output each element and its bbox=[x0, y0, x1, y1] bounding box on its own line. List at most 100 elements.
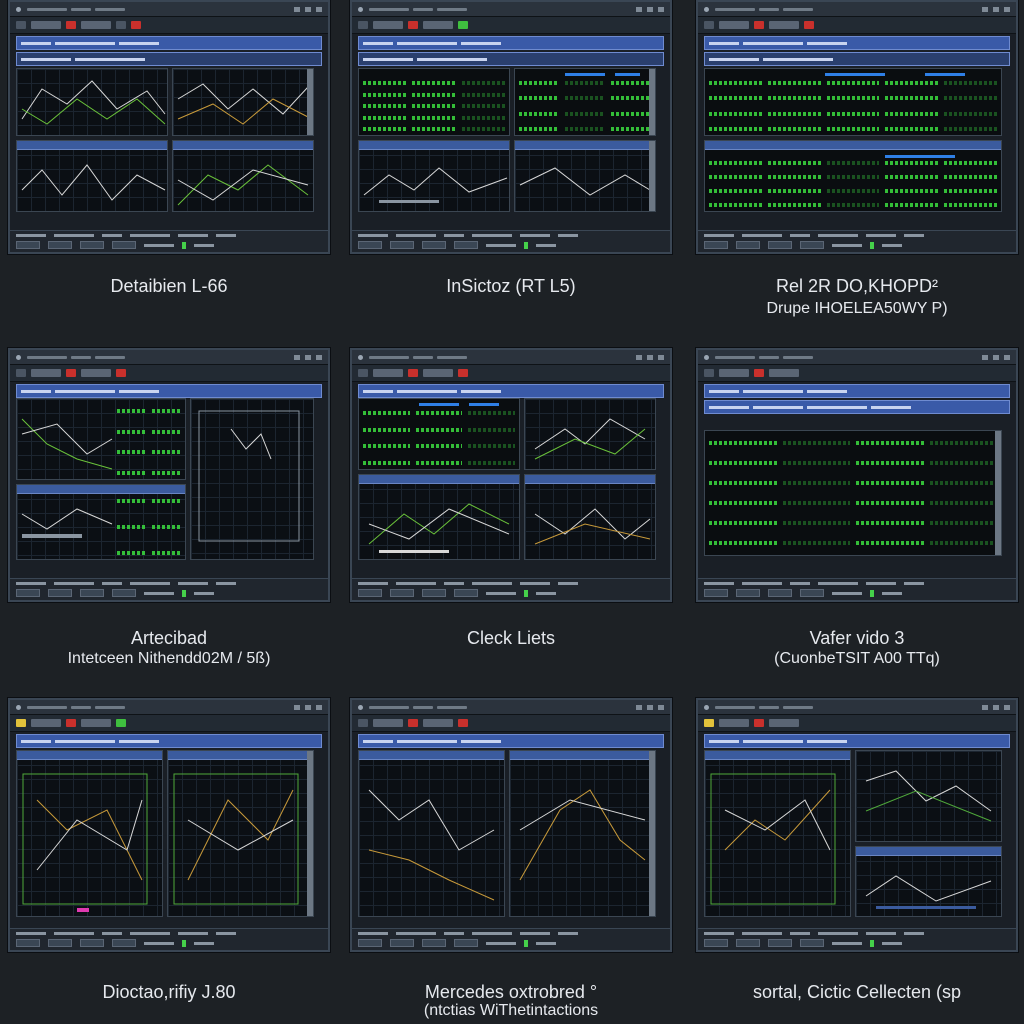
toolbar-button[interactable] bbox=[423, 719, 453, 727]
alert-icon[interactable] bbox=[131, 21, 141, 29]
nav-tabs[interactable] bbox=[358, 384, 664, 398]
alert-icon[interactable] bbox=[458, 719, 468, 727]
record-icon[interactable] bbox=[754, 369, 764, 377]
diagnostic-window[interactable] bbox=[350, 0, 672, 254]
home-icon[interactable] bbox=[358, 21, 368, 29]
data-list-panel[interactable] bbox=[704, 68, 1002, 136]
graph-panel[interactable] bbox=[855, 846, 1002, 917]
nav-tabs[interactable] bbox=[16, 384, 322, 398]
sub-nav-tabs[interactable] bbox=[704, 400, 1010, 414]
close-icon[interactable] bbox=[316, 704, 322, 710]
data-list-panel[interactable] bbox=[514, 68, 656, 136]
record-icon[interactable] bbox=[66, 369, 76, 377]
maximize-icon[interactable] bbox=[993, 6, 999, 12]
maximize-icon[interactable] bbox=[993, 354, 999, 360]
maximize-icon[interactable] bbox=[647, 704, 653, 710]
data-list-panel[interactable] bbox=[358, 68, 510, 136]
close-icon[interactable] bbox=[316, 354, 322, 360]
record-icon[interactable] bbox=[408, 21, 418, 29]
window-titlebar[interactable] bbox=[698, 700, 1016, 715]
record-icon[interactable] bbox=[754, 719, 764, 727]
window-titlebar[interactable] bbox=[10, 350, 328, 365]
record-icon[interactable] bbox=[66, 21, 76, 29]
diagnostic-window[interactable] bbox=[350, 348, 672, 602]
toolbar-button[interactable] bbox=[769, 21, 799, 29]
graph-panel[interactable] bbox=[16, 750, 163, 917]
close-icon[interactable] bbox=[1004, 6, 1010, 12]
home-icon[interactable] bbox=[358, 719, 368, 727]
record-icon[interactable] bbox=[408, 369, 418, 377]
minimize-icon[interactable] bbox=[294, 354, 300, 360]
graph-panel[interactable] bbox=[358, 474, 520, 560]
home-icon[interactable] bbox=[704, 21, 714, 29]
home-icon[interactable] bbox=[16, 21, 26, 29]
toolbar-button[interactable] bbox=[81, 21, 111, 29]
scrollbar[interactable] bbox=[995, 431, 1001, 555]
graph-panel[interactable] bbox=[514, 140, 656, 212]
close-icon[interactable] bbox=[658, 704, 664, 710]
toolbar-button[interactable] bbox=[31, 719, 61, 727]
sub-nav-tabs[interactable] bbox=[704, 52, 1010, 66]
graph-panel[interactable] bbox=[172, 140, 314, 212]
minimize-icon[interactable] bbox=[636, 704, 642, 710]
scrollbar[interactable] bbox=[307, 751, 313, 916]
diagnostic-window[interactable] bbox=[696, 0, 1018, 254]
toolbar-button[interactable] bbox=[719, 719, 749, 727]
alert-icon[interactable] bbox=[116, 369, 126, 377]
home-icon[interactable] bbox=[358, 369, 368, 377]
toolbar-button[interactable] bbox=[373, 369, 403, 377]
scrollbar[interactable] bbox=[649, 141, 655, 211]
graph-panel[interactable] bbox=[509, 750, 656, 917]
sub-nav-tabs[interactable] bbox=[16, 52, 322, 66]
toolbar-button[interactable] bbox=[31, 369, 61, 377]
record-icon[interactable] bbox=[754, 21, 764, 29]
data-list-panel[interactable] bbox=[704, 140, 1002, 212]
toolbar-button[interactable] bbox=[769, 369, 799, 377]
record-icon[interactable] bbox=[408, 719, 418, 727]
diagnostic-window[interactable] bbox=[8, 698, 330, 952]
window-titlebar[interactable] bbox=[10, 700, 328, 715]
graph-panel[interactable] bbox=[358, 750, 505, 917]
graph-panel[interactable] bbox=[16, 398, 186, 480]
warning-icon[interactable] bbox=[704, 719, 714, 727]
toolbar-button[interactable] bbox=[423, 369, 453, 377]
data-list-panel[interactable] bbox=[704, 430, 1002, 556]
status-led-icon[interactable] bbox=[458, 21, 468, 29]
scrollbar[interactable] bbox=[649, 751, 655, 916]
nav-tabs[interactable] bbox=[704, 734, 1010, 748]
toolbar-button[interactable] bbox=[719, 369, 749, 377]
settings-icon[interactable] bbox=[116, 21, 126, 29]
nav-tabs[interactable] bbox=[358, 36, 664, 50]
graph-panel[interactable] bbox=[16, 484, 186, 560]
close-icon[interactable] bbox=[658, 6, 664, 12]
window-titlebar[interactable] bbox=[352, 700, 670, 715]
graph-panel[interactable] bbox=[167, 750, 314, 917]
diagnostic-window[interactable] bbox=[696, 348, 1018, 602]
home-icon[interactable] bbox=[704, 369, 714, 377]
graph-panel[interactable] bbox=[704, 750, 851, 917]
toolbar-button[interactable] bbox=[719, 21, 749, 29]
nav-tabs[interactable] bbox=[358, 734, 664, 748]
diagnostic-window[interactable] bbox=[8, 0, 330, 254]
maximize-icon[interactable] bbox=[647, 354, 653, 360]
close-icon[interactable] bbox=[1004, 354, 1010, 360]
nav-tabs[interactable] bbox=[16, 734, 322, 748]
diagnostic-window[interactable] bbox=[350, 698, 672, 952]
toolbar-button[interactable] bbox=[373, 21, 403, 29]
minimize-icon[interactable] bbox=[294, 6, 300, 12]
close-icon[interactable] bbox=[316, 6, 322, 12]
graph-panel[interactable] bbox=[524, 398, 656, 470]
graph-panel[interactable] bbox=[16, 68, 168, 136]
scrollbar[interactable] bbox=[649, 69, 655, 135]
toolbar-button[interactable] bbox=[373, 719, 403, 727]
close-icon[interactable] bbox=[1004, 704, 1010, 710]
nav-tabs[interactable] bbox=[704, 36, 1010, 50]
minimize-icon[interactable] bbox=[294, 704, 300, 710]
close-icon[interactable] bbox=[658, 354, 664, 360]
toolbar-button[interactable] bbox=[31, 21, 61, 29]
alert-icon[interactable] bbox=[804, 21, 814, 29]
graph-panel[interactable] bbox=[190, 398, 314, 560]
diagnostic-window[interactable] bbox=[696, 698, 1018, 952]
toolbar-button[interactable] bbox=[423, 21, 453, 29]
window-titlebar[interactable] bbox=[352, 350, 670, 365]
